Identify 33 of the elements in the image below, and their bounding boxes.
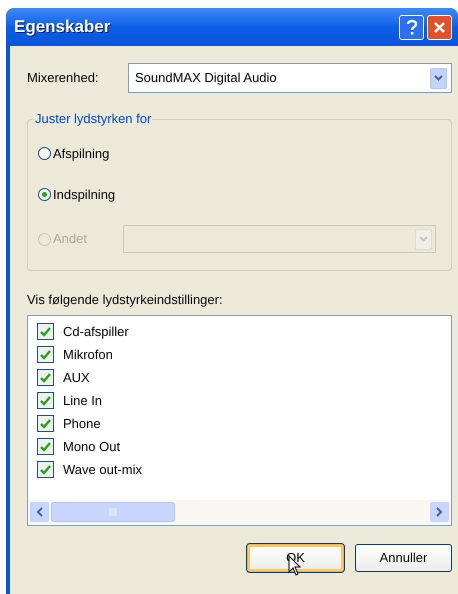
dialog-button[interactable]: Annuller: [355, 544, 452, 572]
checkbox-label: Phone: [63, 414, 101, 433]
checkbox-label: Wave out-mix: [63, 460, 142, 479]
scroll-left-icon[interactable]: [30, 502, 49, 522]
checkbox-label: AUX: [63, 368, 90, 387]
checkbox-label: Mikrofon: [63, 346, 113, 364]
close-icon: [433, 20, 446, 34]
radio-label: Andet: [53, 230, 87, 248]
checkbox-label: Cd-afspiller: [63, 322, 129, 341]
checkbox[interactable]: [37, 415, 54, 432]
checkbox[interactable]: [37, 369, 54, 386]
help-button[interactable]: [399, 14, 424, 40]
checkbox[interactable]: [37, 346, 54, 363]
checkbox-label: Line In: [63, 392, 102, 410]
checkbox[interactable]: [37, 323, 54, 340]
checkbox[interactable]: [37, 438, 54, 455]
close-button[interactable]: [427, 14, 452, 40]
scroll-right-icon[interactable]: [430, 502, 449, 522]
radio-label: Afspilning: [53, 145, 110, 163]
radio-button[interactable]: [38, 147, 51, 160]
mixer-dropdown[interactable]: SoundMAX Digital Audio: [128, 63, 452, 93]
list-label: Vis følgende lydstyrkeindstillinger:: [27, 291, 224, 309]
horizontal-scrollbar[interactable]: [28, 500, 451, 524]
group-legend: Juster lydstyrken for: [34, 111, 152, 127]
radio-button[interactable]: [38, 188, 51, 201]
window-title: Egenskaber: [14, 16, 110, 38]
help-icon: [406, 19, 418, 35]
checkbox[interactable]: [37, 461, 54, 478]
radio-label: Indspilning: [53, 186, 116, 204]
scroll-thumb[interactable]: [51, 502, 175, 522]
checkbox-label: Mono Out: [63, 438, 120, 456]
checkbox[interactable]: [37, 392, 54, 409]
field-label: Mixerenhed:: [27, 69, 100, 88]
